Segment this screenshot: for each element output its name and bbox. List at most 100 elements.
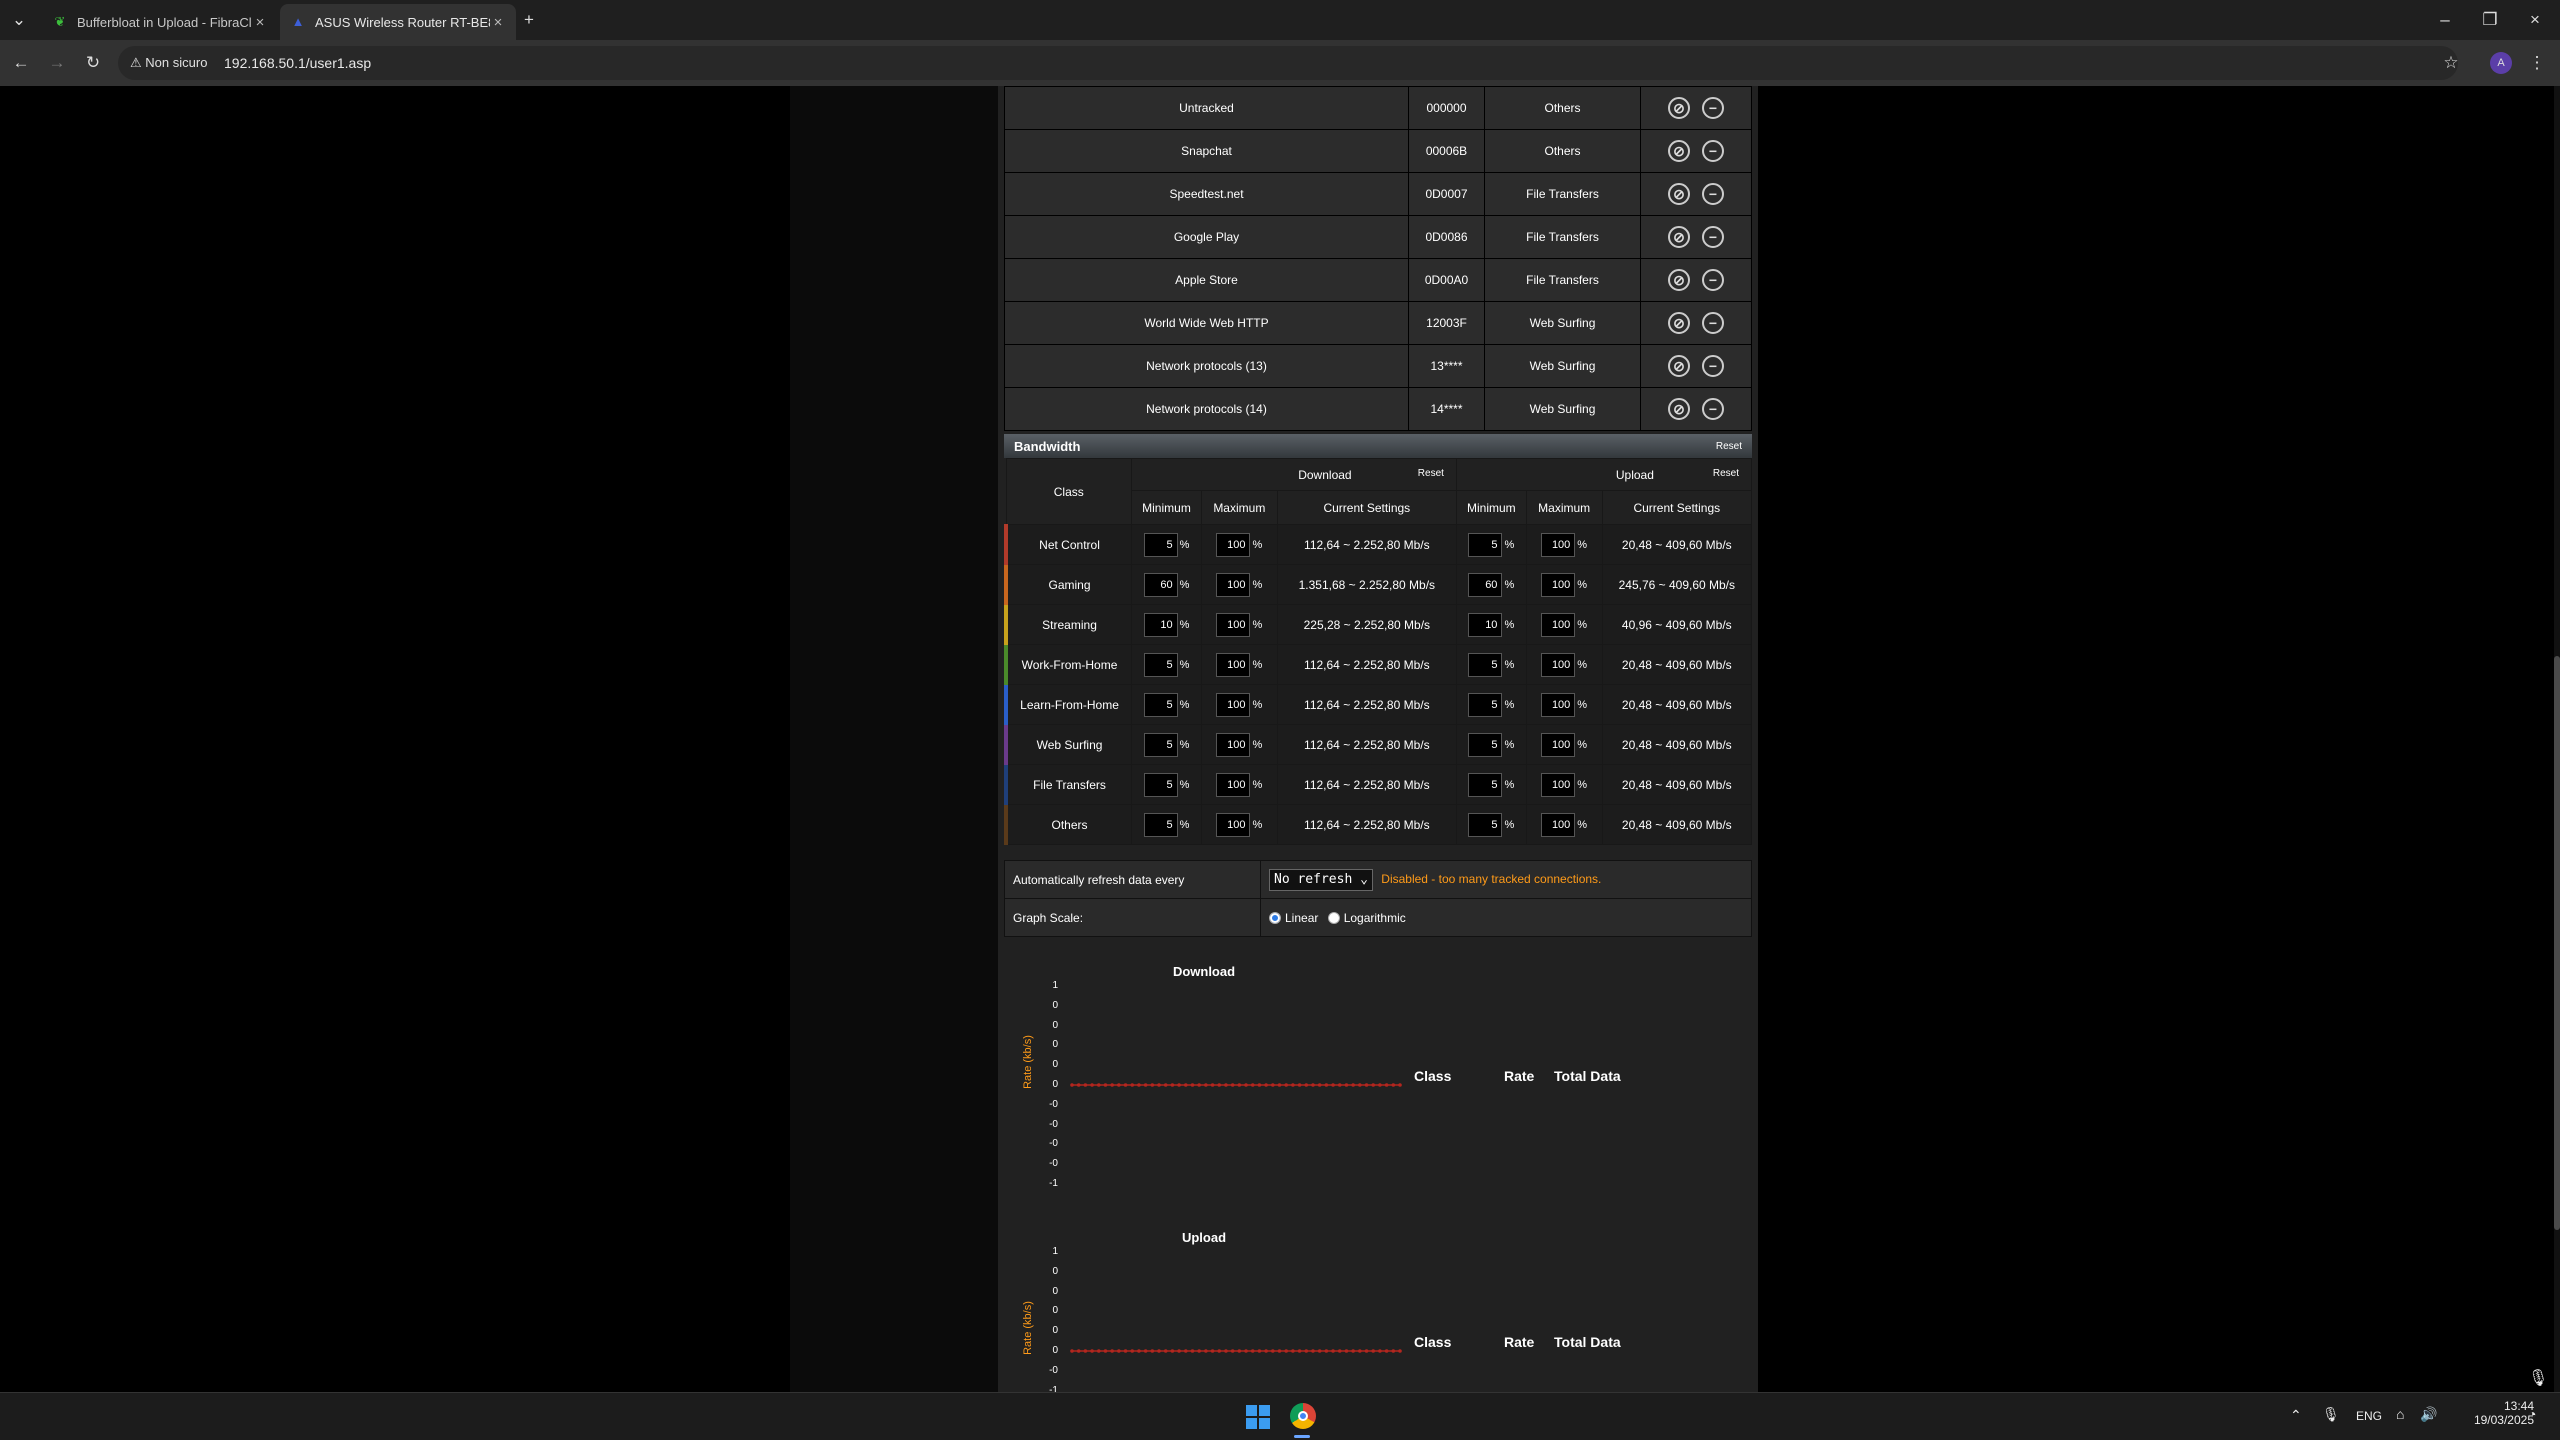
clock[interactable]: 13:44 19/03/2025 — [2454, 1399, 2534, 1427]
download-max-input[interactable]: 100 — [1216, 652, 1251, 677]
upload-min-input[interactable]: 60 — [1468, 572, 1503, 597]
scrollbar-thumb[interactable] — [2554, 656, 2560, 1230]
upload-y-tick: 0 — [1052, 1265, 1058, 1277]
close-tab-icon[interactable]: × — [252, 14, 268, 31]
upload-reset-button[interactable]: Reset — [1713, 468, 1739, 479]
notification-icon[interactable]: ◔ — [2528, 1406, 2536, 1422]
omnibox[interactable]: ⚠ Non sicuro 192.168.50.1/user1.asp — [118, 46, 2458, 80]
voice-typing-mic-icon[interactable]: 🎙 — [2528, 1368, 2548, 1388]
minimize-icon[interactable]: – — [2434, 9, 2456, 31]
chrome-icon[interactable] — [1290, 1403, 1316, 1429]
edit-pencil-icon[interactable]: ⊘ — [1668, 312, 1690, 334]
app-name: Speedtest.net — [1004, 172, 1409, 216]
tab-fibraclick[interactable]: ❦ Bufferbloat in Upload - FibraClick × — [42, 4, 278, 40]
edit-pencil-icon[interactable]: ⊘ — [1668, 226, 1690, 248]
download-max-input[interactable]: 100 — [1216, 812, 1251, 837]
upload-min-input[interactable]: 5 — [1468, 532, 1503, 557]
download-max-input[interactable]: 100 — [1216, 732, 1251, 757]
download-max-input[interactable]: 100 — [1216, 572, 1251, 597]
edit-pencil-icon[interactable]: ⊘ — [1668, 97, 1690, 119]
upload-data-point — [1117, 1349, 1121, 1353]
tab-search-icon[interactable]: ⌄ — [8, 9, 30, 31]
upload-min-input[interactable]: 5 — [1468, 732, 1503, 757]
app-actions: ⊘ − — [1640, 387, 1752, 431]
security-indicator[interactable]: ⚠ Non sicuro — [130, 46, 207, 80]
edit-pencil-icon[interactable]: ⊘ — [1668, 398, 1690, 420]
download-min-input[interactable]: 5 — [1143, 692, 1178, 717]
bandwidth-title: Bandwidth — [1014, 438, 1081, 454]
upload-min-input[interactable]: 5 — [1468, 692, 1503, 717]
refresh-select[interactable]: No refresh ⌄ — [1269, 868, 1373, 891]
upload-max-input[interactable]: 100 — [1541, 692, 1576, 717]
remove-minus-icon[interactable]: − — [1702, 398, 1724, 420]
forward-icon[interactable]: → — [46, 52, 68, 74]
edit-pencil-icon[interactable]: ⊘ — [1668, 183, 1690, 205]
scale-linear-radio[interactable] — [1269, 912, 1281, 925]
close-tab-icon[interactable]: × — [490, 14, 506, 31]
url-text[interactable]: 192.168.50.1/user1.asp — [224, 46, 371, 80]
upload-min-input[interactable]: 5 — [1468, 812, 1503, 837]
download-min-input[interactable]: 5 — [1143, 732, 1178, 757]
page-scrollbar[interactable] — [2554, 86, 2560, 1392]
remove-minus-icon[interactable]: − — [1702, 97, 1724, 119]
upload-max-input[interactable]: 100 — [1541, 772, 1576, 797]
download-current: 1.351,68 ~ 2.252,80 Mb/s — [1276, 564, 1457, 605]
network-icon[interactable]: ⌂ — [2396, 1406, 2404, 1422]
download-min-input[interactable]: 60 — [1143, 572, 1178, 597]
bandwidth-reset-all[interactable]: Reset — [1716, 441, 1742, 452]
download-min-header: Minimum — [1131, 490, 1202, 525]
upload-max-input[interactable]: 100 — [1541, 612, 1576, 637]
upload-max-input[interactable]: 100 — [1541, 532, 1576, 557]
download-min-input[interactable]: 5 — [1143, 772, 1178, 797]
microphone-icon[interactable]: 🎙 — [2322, 1406, 2340, 1423]
upload-max-input[interactable]: 100 — [1541, 732, 1576, 757]
download-max-input[interactable]: 100 — [1216, 772, 1251, 797]
download-min-input[interactable]: 10 — [1143, 612, 1178, 637]
menu-kebab-icon[interactable]: ⋮ — [2526, 52, 2548, 74]
download-y-tick: 0 — [1052, 1019, 1058, 1031]
remove-minus-icon[interactable]: − — [1702, 355, 1724, 377]
tray-chevron-up-icon[interactable]: ⌃ — [2290, 1407, 2302, 1424]
bookmark-star-icon[interactable]: ☆ — [2440, 52, 2462, 74]
reload-icon[interactable]: ↻ — [82, 52, 104, 74]
upload-max-cell: 100% — [1525, 604, 1603, 645]
download-max-input[interactable]: 100 — [1216, 692, 1251, 717]
scale-log-radio[interactable] — [1327, 912, 1340, 925]
upload-max-cell: 100% — [1525, 524, 1603, 565]
upload-min-input[interactable]: 5 — [1468, 772, 1503, 797]
download-data-point — [1317, 1083, 1322, 1087]
remove-minus-icon[interactable]: − — [1702, 226, 1724, 248]
tab-asus-router[interactable]: ▲ ASUS Wireless Router RT-BE88U × — [280, 4, 516, 40]
remove-minus-icon[interactable]: − — [1702, 312, 1724, 334]
download-min-input[interactable]: 5 — [1143, 532, 1178, 557]
edit-pencil-icon[interactable]: ⊘ — [1668, 140, 1690, 162]
upload-max-input[interactable]: 100 — [1541, 572, 1576, 597]
download-min-input[interactable]: 5 — [1143, 812, 1178, 837]
edit-pencil-icon[interactable]: ⊘ — [1668, 269, 1690, 291]
upload-min-input[interactable]: 5 — [1468, 652, 1503, 677]
download-max-cell: 100% — [1200, 684, 1278, 725]
upload-max-input[interactable]: 100 — [1541, 652, 1576, 677]
download-min-input[interactable]: 5 — [1143, 652, 1178, 677]
download-max-input[interactable]: 100 — [1216, 532, 1251, 557]
close-window-icon[interactable]: × — [2524, 9, 2546, 31]
new-tab-icon[interactable]: + — [518, 9, 540, 31]
edit-pencil-icon[interactable]: ⊘ — [1668, 355, 1690, 377]
remove-minus-icon[interactable]: − — [1702, 183, 1724, 205]
remove-minus-icon[interactable]: − — [1702, 140, 1724, 162]
windows-start-icon[interactable] — [1246, 1405, 1270, 1429]
download-max-input[interactable]: 100 — [1216, 612, 1251, 637]
download-class-col: Class — [1414, 1068, 1452, 1084]
download-reset-button[interactable]: Reset — [1418, 468, 1444, 479]
download-data-point — [1157, 1083, 1161, 1087]
upload-data-point — [1230, 1349, 1235, 1353]
language-indicator[interactable]: ENG — [2356, 1409, 2382, 1423]
upload-min-input[interactable]: 10 — [1468, 612, 1503, 637]
volume-icon[interactable]: 🔊 — [2420, 1406, 2437, 1423]
upload-max-input[interactable]: 100 — [1541, 812, 1576, 837]
percent-label: % — [1504, 818, 1515, 831]
profile-avatar[interactable]: A — [2490, 52, 2512, 74]
restore-icon[interactable]: ❐ — [2479, 9, 2501, 31]
back-icon[interactable]: ← — [10, 52, 32, 74]
remove-minus-icon[interactable]: − — [1702, 269, 1724, 291]
